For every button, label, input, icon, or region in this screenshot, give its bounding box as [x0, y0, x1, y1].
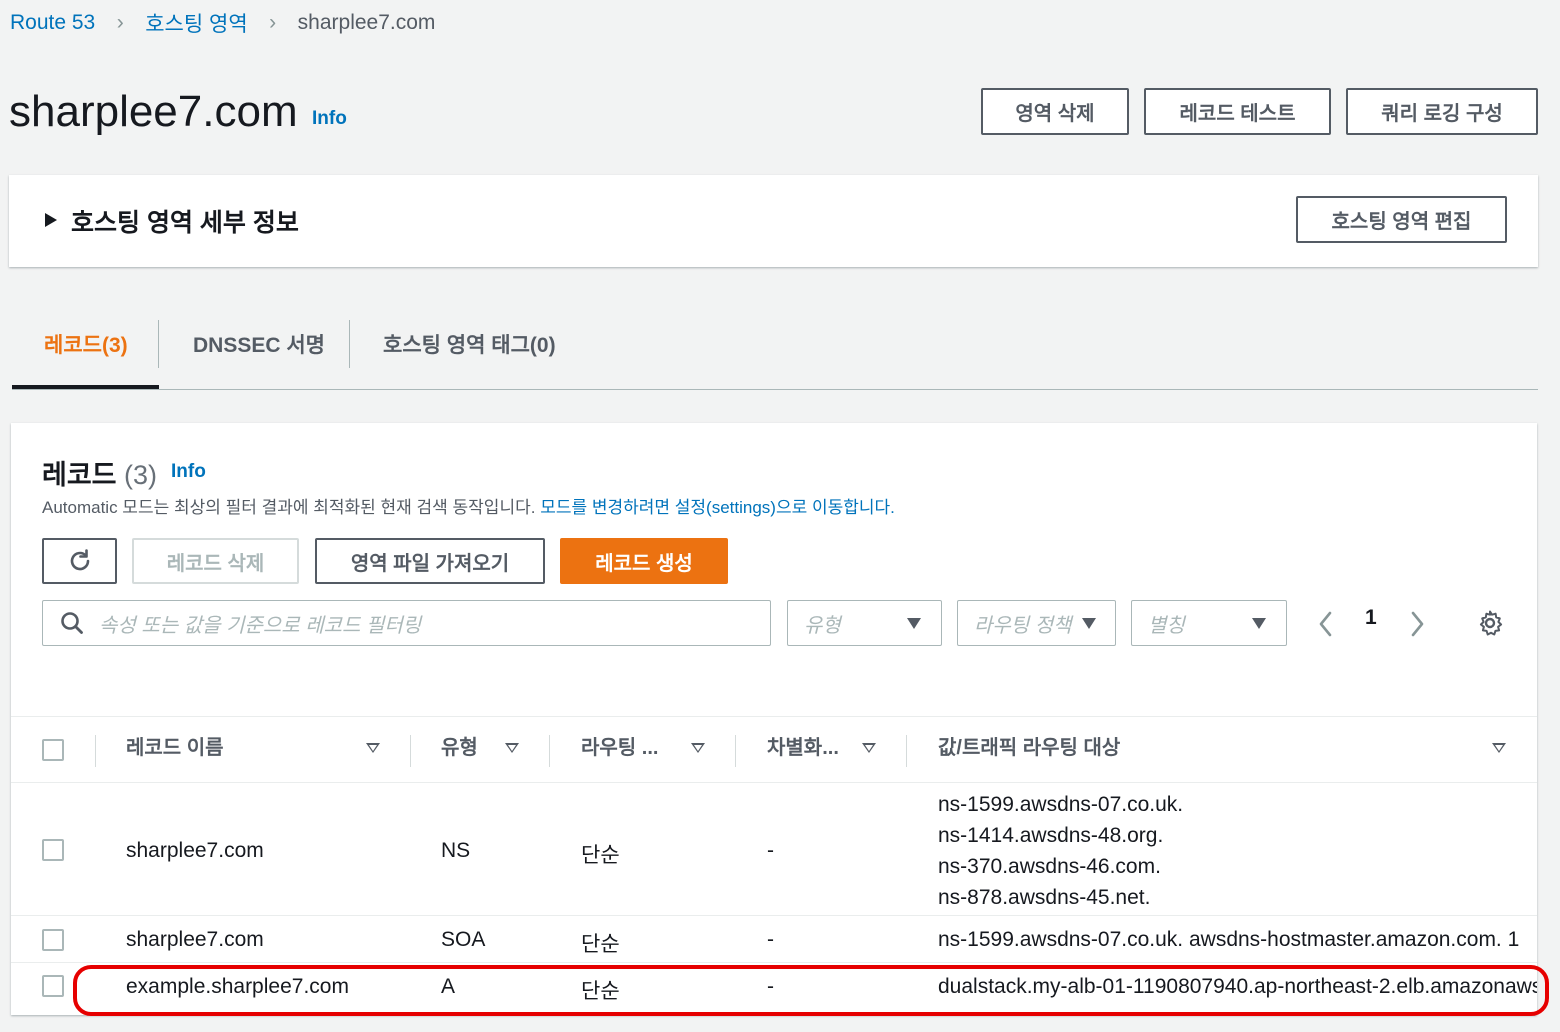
column-record-name[interactable]: 레코드 이름: [126, 731, 224, 760]
column-divider: [410, 735, 411, 767]
chevron-left-icon[interactable]: [1316, 609, 1336, 639]
records-description-text: Automatic 모드는 최상의 필터 결과에 최적화된 현재 검색 동작입니…: [42, 498, 536, 517]
refresh-button[interactable]: [42, 538, 117, 584]
column-divider: [735, 735, 736, 767]
details-heading[interactable]: 호스팅 영역 세부 정보: [71, 203, 299, 239]
row-checkbox[interactable]: [42, 975, 64, 997]
search-icon: [61, 612, 83, 634]
records-heading-label: 레코드: [42, 460, 117, 490]
sort-icon[interactable]: [1492, 743, 1506, 753]
record-name[interactable]: example.sharplee7.com: [126, 975, 349, 999]
tab-dnssec[interactable]: DNSSEC 서명: [193, 318, 325, 370]
routing-policy-filter-select[interactable]: 라우팅 정책: [957, 600, 1116, 646]
records-description: Automatic 모드는 최상의 필터 결과에 최적화된 현재 검색 동작입니…: [42, 493, 895, 518]
record-value-line: ns-370.awsdns-46.com.: [938, 855, 1161, 878]
select-all-checkbox[interactable]: [42, 739, 64, 761]
routing-filter-label: 라우팅 정책: [974, 614, 1072, 637]
record-routing: 단순: [581, 980, 620, 1003]
alias-filter-select[interactable]: 별칭: [1131, 600, 1287, 646]
breadcrumb-hosted-zones[interactable]: 호스팅 영역: [145, 8, 247, 38]
create-record-button[interactable]: 레코드 생성: [560, 538, 728, 584]
records-heading: 레코드 (3): [42, 453, 157, 492]
query-logging-button[interactable]: 쿼리 로깅 구성: [1346, 88, 1538, 135]
dropdown-arrow-icon: [1082, 618, 1096, 629]
type-filter-select[interactable]: 유형: [787, 600, 942, 646]
sort-icon[interactable]: [366, 743, 380, 753]
page-number[interactable]: 1: [1365, 606, 1377, 630]
import-zone-file-button[interactable]: 영역 파일 가져오기: [315, 538, 545, 584]
record-value-line: ns-1599.awsdns-07.co.uk.: [938, 793, 1184, 816]
table-row[interactable]: sharplee7.com NS 단순 - ns-1599.awsdns-07.…: [11, 783, 1537, 916]
breadcrumb-route53[interactable]: Route 53: [10, 11, 95, 35]
delete-record-button[interactable]: 레코드 삭제: [132, 538, 299, 584]
records-count: (3): [124, 460, 158, 490]
sort-icon[interactable]: [691, 743, 705, 753]
record-differentiator: -: [767, 975, 774, 998]
active-tab-indicator: [12, 385, 159, 389]
alias-filter-label: 별칭: [1148, 614, 1185, 637]
column-differentiator[interactable]: 차별화...: [767, 731, 839, 760]
chevron-right-icon[interactable]: [1407, 609, 1427, 639]
column-divider: [906, 735, 907, 767]
record-value: dualstack.my-alb-01-1190807940.ap-northe…: [938, 975, 1537, 998]
type-filter-label: 유형: [804, 614, 841, 637]
record-routing: 단순: [581, 933, 620, 956]
tab-records[interactable]: 레코드(3): [44, 318, 128, 370]
table-row[interactable]: sharplee7.com SOA 단순 - ns-1599.awsdns-07…: [11, 916, 1537, 963]
record-type: NS: [441, 839, 471, 862]
tab-tags[interactable]: 호스팅 영역 태그(0): [383, 318, 556, 370]
dropdown-arrow-icon: [907, 618, 921, 629]
table-row[interactable]: example.sharplee7.com A 단순 - dualstack.m…: [11, 963, 1537, 1013]
record-differentiator: -: [767, 928, 774, 951]
row-checkbox[interactable]: [42, 839, 64, 861]
record-value-line: ns-878.awsdns-45.net.: [938, 886, 1151, 909]
record-routing: 단순: [581, 844, 620, 867]
tab-divider: [158, 320, 159, 368]
hosted-zone-details-panel: 호스팅 영역 세부 정보 호스팅 영역 편집: [9, 175, 1538, 267]
title-info-link[interactable]: Info: [312, 108, 347, 130]
settings-link[interactable]: 모드를 변경하려면 설정(settings)으로 이동합니다.: [540, 498, 895, 517]
record-value: ns-1599.awsdns-07.co.uk. awsdns-hostmast…: [938, 928, 1520, 951]
column-value[interactable]: 값/트래픽 라우팅 대상: [938, 731, 1120, 760]
refresh-icon: [70, 549, 89, 571]
records-panel: 레코드 (3) Info Automatic 모드는 최상의 필터 결과에 최적…: [11, 423, 1537, 1015]
tab-bar: 레코드(3) DNSSEC 서명 호스팅 영역 태그(0): [12, 318, 1538, 390]
record-name[interactable]: sharplee7.com: [126, 839, 264, 863]
test-record-button[interactable]: 레코드 테스트: [1144, 88, 1331, 135]
records-info-link[interactable]: Info: [171, 461, 206, 483]
chevron-right-icon: ›: [116, 11, 124, 34]
expand-caret-icon[interactable]: [45, 213, 57, 227]
sort-icon[interactable]: [505, 743, 519, 753]
record-value: ns-1599.awsdns-07.co.uk. ns-1414.awsdns-…: [938, 789, 1183, 913]
tab-divider: [349, 320, 350, 368]
column-divider: [95, 735, 96, 767]
record-name[interactable]: sharplee7.com: [126, 928, 264, 952]
record-type: SOA: [441, 928, 486, 951]
page-title: sharplee7.com: [9, 87, 298, 136]
chevron-right-icon: ›: [269, 11, 277, 34]
delete-zone-button[interactable]: 영역 삭제: [981, 88, 1129, 135]
records-table-header: 레코드 이름 유형 라우팅 ... 차별화... 값/트래픽 라우팅 대상: [11, 716, 1537, 783]
row-checkbox[interactable]: [42, 929, 64, 951]
dropdown-arrow-icon: [1252, 618, 1266, 629]
edit-hosted-zone-button[interactable]: 호스팅 영역 편집: [1296, 196, 1507, 243]
column-type[interactable]: 유형: [441, 731, 478, 760]
search-placeholder: 속성 또는 값을 기준으로 레코드 필터링: [99, 614, 422, 637]
column-divider: [549, 735, 550, 767]
sort-icon[interactable]: [862, 743, 876, 753]
settings-gear-icon[interactable]: [1476, 609, 1504, 637]
record-search-input[interactable]: 속성 또는 값을 기준으로 레코드 필터링: [42, 600, 771, 646]
record-type: A: [441, 975, 456, 998]
record-value-line: ns-1414.awsdns-48.org.: [938, 824, 1164, 847]
column-routing[interactable]: 라우팅 ...: [581, 731, 658, 760]
breadcrumb-current: sharplee7.com: [297, 11, 436, 34]
record-differentiator: -: [767, 839, 774, 862]
breadcrumb: Route 53 › 호스팅 영역 › sharplee7.com: [10, 8, 435, 38]
